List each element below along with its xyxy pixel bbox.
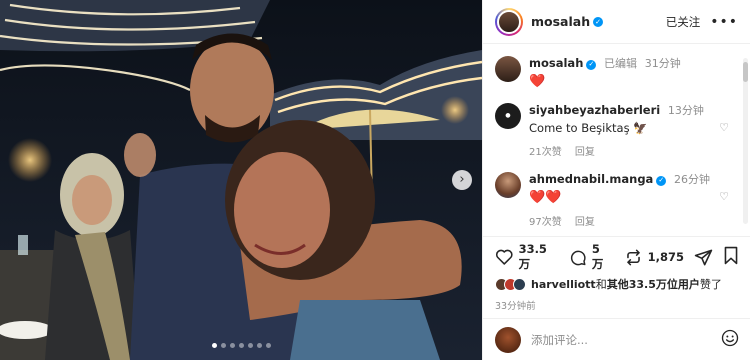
comment-username[interactable]: ahmednabil.manga	[529, 172, 653, 186]
current-user-avatar	[495, 326, 521, 353]
caption-username[interactable]: mosalah	[529, 56, 583, 70]
carousel-dots	[0, 343, 482, 348]
caption-row: mosalah ✓ 已编辑 31分钟 ❤️	[495, 56, 750, 89]
verified-icon: ✓	[656, 175, 667, 186]
caption-avatar[interactable]	[495, 56, 521, 82]
liker-avatar	[513, 277, 526, 291]
emoji-icon	[721, 329, 739, 347]
comments-scrollbar[interactable]	[743, 58, 748, 224]
carousel-dot[interactable]	[220, 343, 226, 348]
liker-username[interactable]: harvelliott	[531, 278, 596, 291]
post-photo[interactable]: ›	[0, 0, 482, 360]
comment-likes[interactable]: 21次赞	[529, 147, 562, 158]
carousel-dot[interactable]	[211, 343, 217, 348]
comment-item: ahmednabil.manga ✓ 26分钟 ❤️❤️ 97次赞 回复 ♡	[495, 172, 750, 228]
reply-button[interactable]: 回复	[575, 217, 595, 228]
carousel-dot[interactable]	[265, 343, 271, 348]
comment-avatar[interactable]: ⚫	[495, 103, 521, 129]
more-options-icon[interactable]: •••	[710, 14, 738, 30]
share-button[interactable]	[694, 248, 713, 267]
add-comment-input[interactable]	[531, 332, 721, 347]
caption-text: ❤️	[529, 74, 546, 89]
other-likers[interactable]: 其他33.5万位用户	[607, 278, 700, 291]
verified-icon: ✓	[593, 16, 604, 27]
comment-username[interactable]: siyahbeyazhaberleri	[529, 103, 660, 117]
comment-text: Come to Beşiktaş 🦅	[529, 121, 648, 135]
comments-list: mosalah ✓ 已编辑 31分钟 ❤️ ⚫ siyahbeyazhaberle…	[483, 44, 750, 235]
like-comment-heart-icon[interactable]: ♡	[719, 190, 729, 203]
carousel-dot[interactable]	[229, 343, 235, 348]
likes-summary[interactable]: harvelliott和其他33.5万位用户赞了	[495, 276, 739, 292]
post-time[interactable]: 33分钟前	[495, 298, 739, 312]
save-button[interactable]	[723, 246, 739, 268]
photo-illustration	[0, 0, 482, 360]
emoji-button[interactable]	[721, 329, 739, 350]
comments-scroll-thumb[interactable]	[743, 62, 748, 82]
following-button[interactable]: 已关注	[666, 14, 701, 30]
comment-time[interactable]: 13分钟	[668, 104, 704, 117]
post-actions: 33.5 万 5 万 1,875 harvelliott和其他33.5万位用户赞…	[483, 236, 750, 312]
comment-time[interactable]: 26分钟	[674, 173, 710, 186]
author-username[interactable]: mosalah	[531, 14, 590, 29]
chevron-right-icon: ›	[459, 172, 465, 187]
caption-time[interactable]: 31分钟	[645, 57, 681, 70]
carousel-dot[interactable]	[256, 343, 262, 348]
comment-item: ⚫ siyahbeyazhaberleri 13分钟 Come to Beşik…	[495, 103, 750, 158]
post-header: mosalah ✓ 已关注 •••	[483, 0, 750, 44]
add-comment-bar	[483, 318, 750, 360]
post-side-panel: mosalah ✓ 已关注 ••• mosalah ✓ 已编辑 31分钟 ❤️ ⚫…	[482, 0, 750, 360]
reposts-count[interactable]: 1,875	[648, 250, 684, 264]
bookmark-icon	[724, 246, 738, 265]
next-photo-button[interactable]: ›	[452, 170, 472, 190]
send-icon	[694, 249, 713, 265]
carousel-dot[interactable]	[247, 343, 253, 348]
repost-icon	[626, 249, 640, 265]
comment-text: ❤️❤️	[529, 190, 562, 205]
like-comment-heart-icon[interactable]: ♡	[719, 121, 729, 134]
likes-connector: 和	[595, 278, 607, 291]
likes-suffix: 赞了	[699, 278, 722, 291]
comment-likes[interactable]: 97次赞	[529, 217, 562, 228]
author-avatar[interactable]	[495, 7, 523, 36]
carousel-dot[interactable]	[238, 343, 244, 348]
edited-label: 已编辑	[604, 57, 638, 70]
like-button[interactable]: 33.5 万	[495, 242, 559, 272]
reply-button[interactable]: 回复	[575, 147, 595, 158]
comment-icon	[571, 250, 586, 265]
comment-button[interactable]: 5 万	[569, 242, 613, 272]
likes-count[interactable]: 33.5 万	[519, 242, 560, 272]
comments-count[interactable]: 5 万	[592, 242, 614, 272]
heart-icon	[495, 249, 513, 265]
repost-button[interactable]: 1,875	[624, 248, 684, 267]
verified-icon: ✓	[586, 59, 597, 70]
comment-avatar[interactable]	[495, 172, 521, 198]
